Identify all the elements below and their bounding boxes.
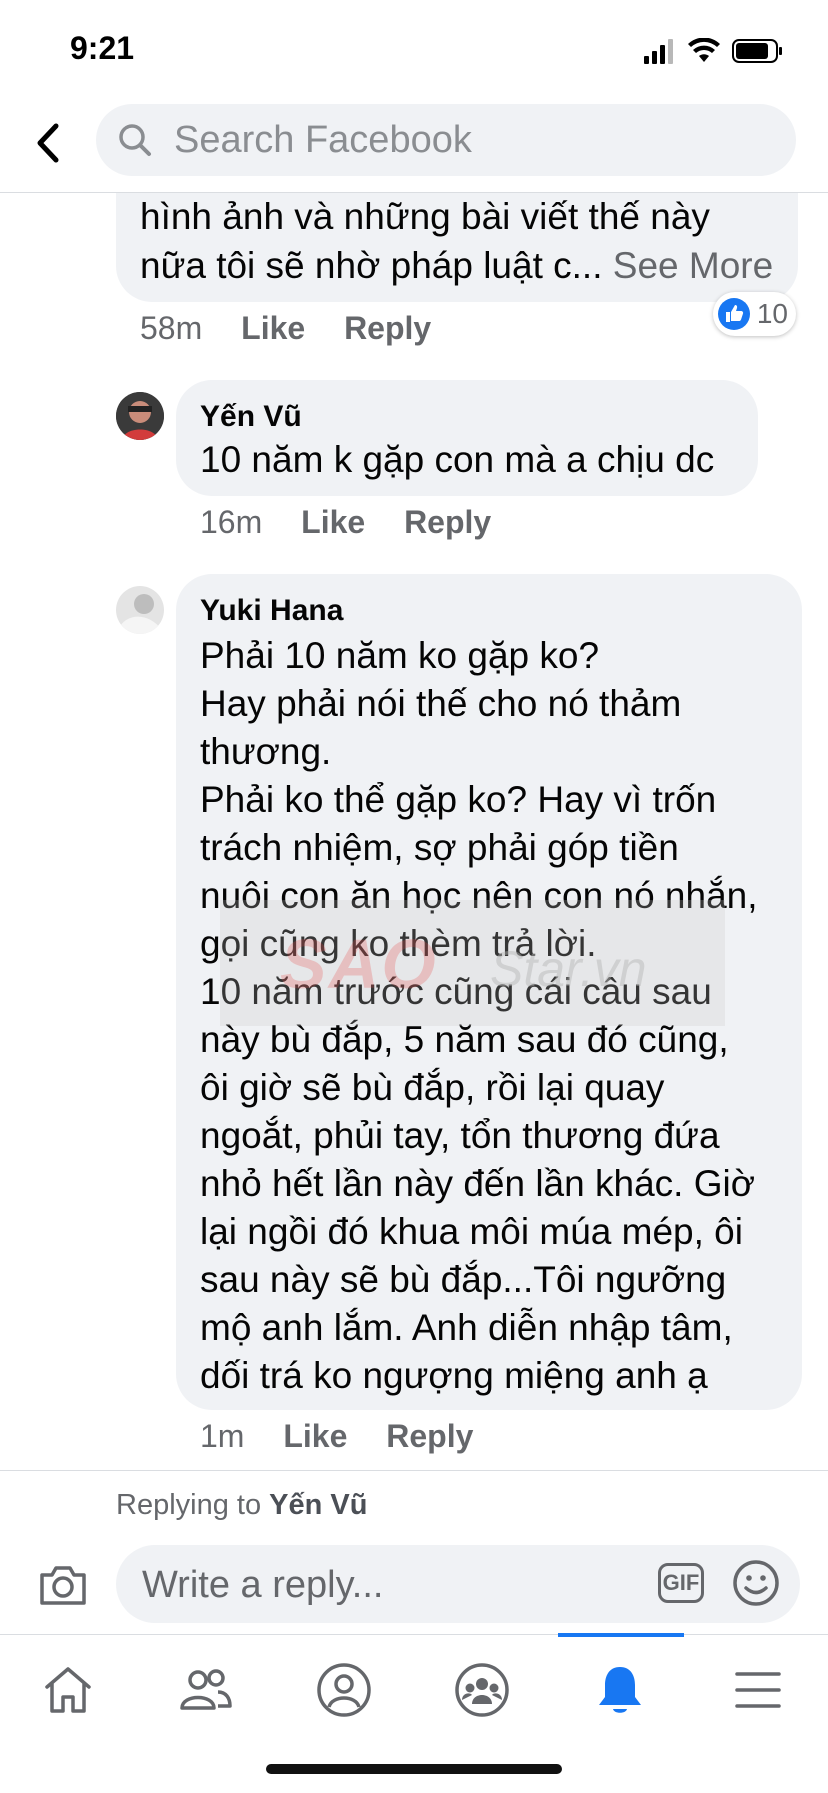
- like-reaction-icon: [717, 298, 750, 330]
- comment-time: 1m: [200, 1418, 245, 1454]
- nav-menu[interactable]: [718, 1655, 798, 1725]
- comment-text: 10 năm k gặp con mà a chịu dc: [200, 439, 715, 480]
- like-button[interactable]: Like: [301, 504, 365, 540]
- comment-meta: 1m Like Reply: [200, 1418, 503, 1455]
- nav-friends[interactable]: [166, 1655, 246, 1725]
- avatar[interactable]: [116, 586, 164, 634]
- comment-meta: 16m Like Reply: [200, 504, 521, 541]
- comment-time: 16m: [200, 504, 263, 540]
- comment-bubble[interactable]: Yến Vũ 10 năm k gặp con mà a chịu dc: [176, 380, 758, 496]
- avatar-image: [116, 586, 164, 634]
- avatar-image: [116, 392, 164, 440]
- replying-to-label: Replying to Yến Vũ: [116, 1489, 368, 1521]
- watermark-sub: Star.vn: [490, 941, 647, 997]
- comment-author[interactable]: Yuki Hana: [200, 594, 343, 628]
- camera-icon[interactable]: [38, 1563, 88, 1607]
- profile-icon: [317, 1663, 371, 1717]
- reply-composer: Replying to Yến Vũ GIF: [0, 1470, 828, 1636]
- see-more-link[interactable]: See More: [613, 245, 773, 286]
- like-button[interactable]: Like: [241, 310, 305, 346]
- watermark: SAO Star.vn: [220, 900, 725, 1026]
- search-bar[interactable]: [96, 104, 796, 176]
- reply-button[interactable]: Reply: [386, 1418, 473, 1454]
- header: [0, 100, 828, 193]
- nav-notifications[interactable]: [580, 1655, 660, 1725]
- active-tab-indicator: [558, 1633, 684, 1637]
- cellular-signal-icon: [644, 39, 673, 64]
- reply-input-box[interactable]: GIF: [116, 1545, 800, 1623]
- home-indicator[interactable]: [266, 1764, 562, 1774]
- friends-icon: [180, 1669, 232, 1710]
- status-icons: [644, 38, 782, 64]
- nav-groups[interactable]: [442, 1655, 522, 1725]
- reply-button[interactable]: Reply: [344, 310, 431, 346]
- wifi-icon: [688, 38, 720, 62]
- home-icon: [45, 1667, 91, 1713]
- search-icon: [119, 124, 151, 156]
- notifications-icon: [599, 1667, 641, 1713]
- comment-meta: 58m Like Reply: [140, 310, 461, 347]
- watermark-brand: SAO: [280, 925, 438, 1003]
- back-arrow-icon[interactable]: [28, 118, 68, 168]
- groups-icon: [455, 1663, 509, 1717]
- comment-author[interactable]: Yến Vũ: [200, 400, 302, 434]
- battery-icon: [732, 39, 782, 63]
- comment-text: hình ảnh và những bài viết thế này nữa t…: [140, 196, 774, 286]
- emoji-icon[interactable]: [732, 1559, 780, 1607]
- menu-icon: [735, 1672, 781, 1708]
- nav-home[interactable]: [28, 1655, 108, 1725]
- reaction-badge[interactable]: 10: [712, 292, 796, 336]
- search-input[interactable]: [172, 117, 736, 163]
- gif-button[interactable]: GIF: [658, 1563, 704, 1603]
- avatar[interactable]: [116, 392, 164, 440]
- nav-profile[interactable]: [304, 1655, 384, 1725]
- like-button[interactable]: Like: [283, 1418, 347, 1454]
- replying-to-name[interactable]: Yến Vũ: [269, 1489, 367, 1521]
- comment-time: 58m: [140, 310, 203, 346]
- status-time: 9:21: [70, 30, 135, 66]
- reply-input[interactable]: [140, 1561, 644, 1609]
- reply-button[interactable]: Reply: [404, 504, 491, 540]
- reaction-count: 10: [756, 298, 788, 329]
